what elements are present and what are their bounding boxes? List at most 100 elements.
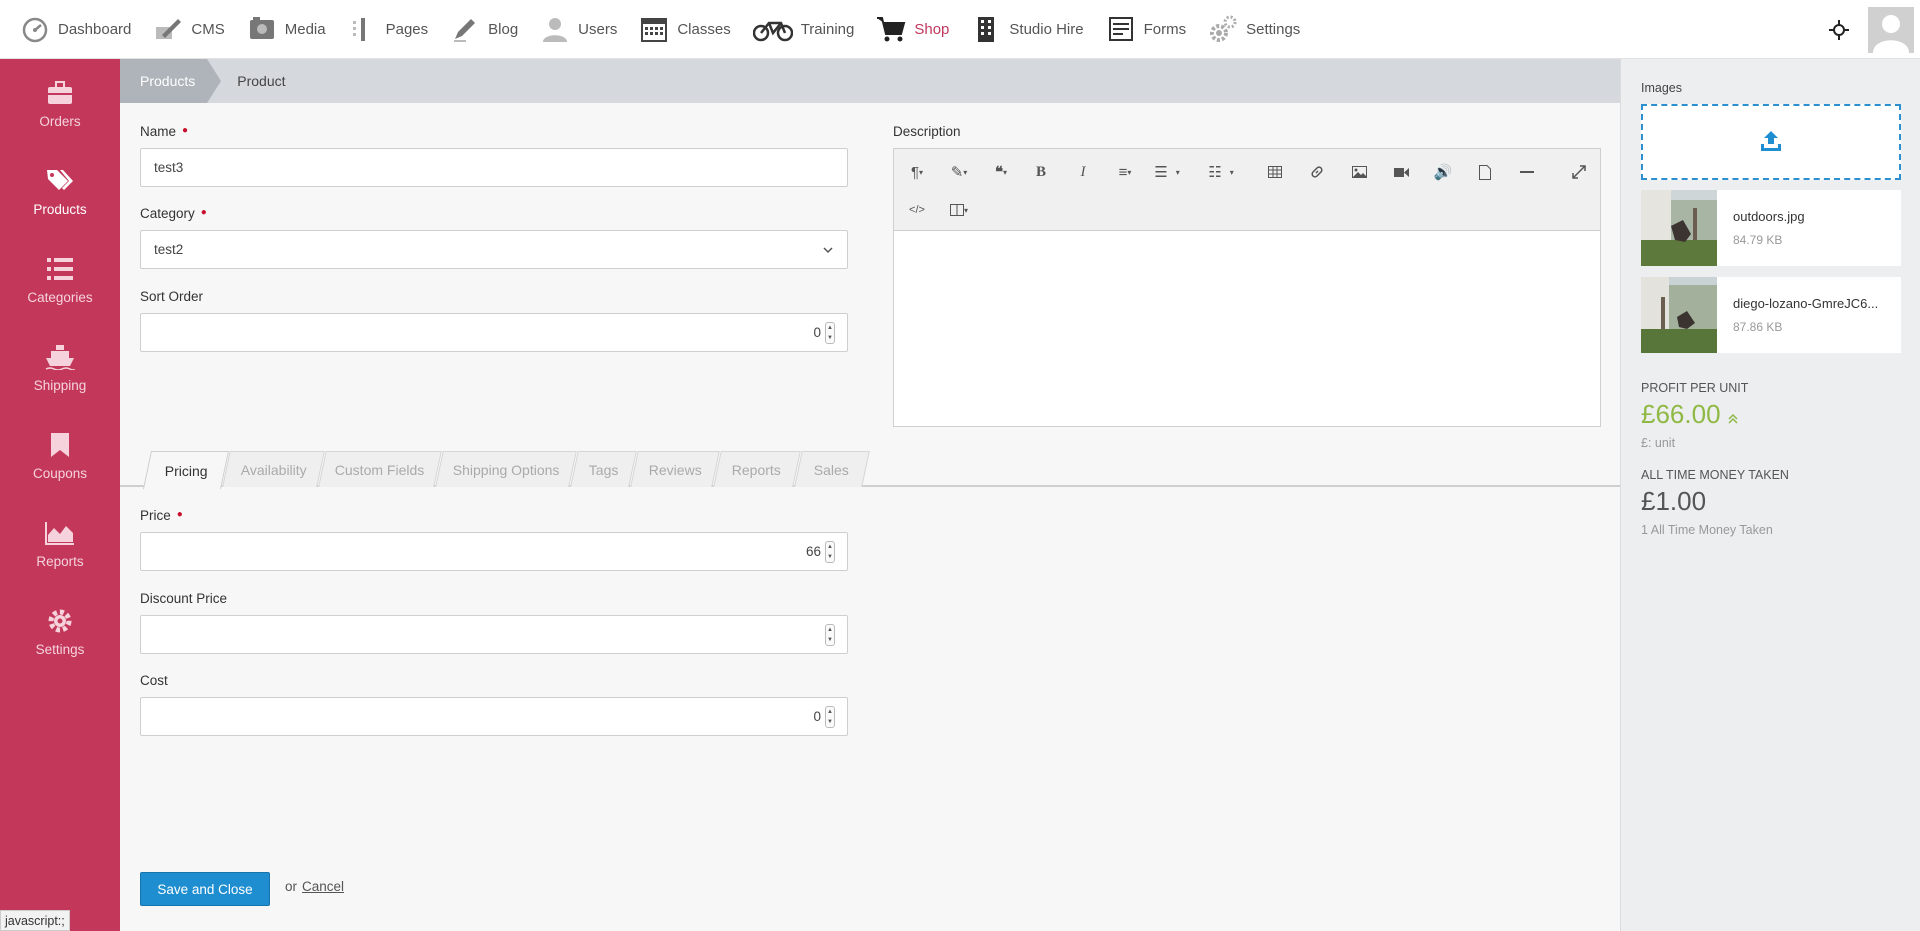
gear-icon (45, 606, 75, 636)
sidebar-item-coupons[interactable]: Coupons (0, 411, 120, 499)
sidebar-item-products[interactable]: Products (0, 147, 120, 235)
editor-content[interactable] (894, 231, 1600, 426)
bookmark-icon (45, 430, 75, 460)
sidebar-item-shipping[interactable]: Shipping (0, 323, 120, 411)
avatar[interactable] (1868, 6, 1914, 53)
image-upload-dropzone[interactable] (1641, 104, 1901, 180)
upload-icon (1760, 130, 1782, 155)
nav-media[interactable]: Media (237, 0, 338, 59)
number-spinner[interactable]: ▲ ▼ (825, 706, 835, 728)
breadcrumb-products[interactable]: Products (120, 59, 222, 103)
paragraph-style-icon[interactable]: ¶ ▾ (902, 157, 932, 187)
discount-price-field[interactable]: ▲ ▼ (140, 615, 848, 654)
tab-reports[interactable]: Reports (713, 451, 801, 487)
tab-reports-label: Reports (732, 461, 782, 478)
dashboard-icon (20, 14, 50, 44)
fullscreen-icon[interactable] (1564, 157, 1594, 187)
category-select[interactable]: test2 (140, 230, 848, 269)
required-indicator: ● (182, 125, 189, 136)
magic-wand-icon[interactable]: ✎ ▾ (944, 157, 974, 187)
nav-training[interactable]: Training (743, 0, 867, 59)
image-thumbnail (1641, 277, 1717, 353)
category-label: Category ● (140, 206, 207, 221)
description-editor: ¶ ▾ ✎ ▾ ❝ ▾ B I ≡ ▾ ☰ ▾ ☷ ▾ 🔊 </> ▾ (893, 148, 1601, 427)
cancel-link[interactable]: Cancel (302, 879, 344, 894)
nav-forms[interactable]: Forms (1096, 0, 1199, 59)
price-label: Price ● (140, 508, 183, 523)
tab-tags[interactable]: Tags (570, 451, 637, 487)
sort-order-value: 0 (813, 325, 821, 340)
align-icon[interactable]: ≡ ▾ (1110, 157, 1140, 187)
tab-reviews[interactable]: Reviews (630, 451, 720, 487)
required-indicator: ● (200, 207, 207, 218)
number-spinner[interactable]: ▲ ▼ (825, 541, 835, 563)
unordered-list-icon[interactable]: ☷ ▾ (1206, 157, 1236, 187)
bold-icon[interactable]: B (1026, 157, 1056, 187)
sidebar-item-settings[interactable]: Settings (0, 587, 120, 675)
horizontal-rule-icon[interactable] (1512, 157, 1542, 187)
or-text: or (285, 879, 298, 894)
tab-pricing[interactable]: Pricing (142, 451, 230, 489)
nav-settings-label: Settings (1246, 20, 1301, 38)
nav-studio-hire[interactable]: Studio Hire (961, 0, 1095, 59)
nav-classes[interactable]: Classes (629, 0, 742, 59)
cost-label: Cost (140, 673, 168, 688)
nav-dashboard[interactable]: Dashboard (10, 0, 143, 59)
save-and-close-button[interactable]: Save and Close (140, 872, 270, 906)
italic-icon[interactable]: I (1068, 157, 1098, 187)
sort-order-field[interactable]: 0 ▲ ▼ (140, 313, 848, 352)
media-icon (247, 14, 277, 44)
nav-settings[interactable]: Settings (1198, 0, 1312, 59)
nav-blog[interactable]: Blog (440, 0, 530, 59)
image-card[interactable]: diego-lozano-GmreJC6... 87.86 KB (1641, 277, 1901, 353)
video-icon[interactable] (1386, 157, 1416, 187)
price-field[interactable]: 66 ▲ ▼ (140, 532, 848, 571)
tab-custom-fields[interactable]: Custom Fields (318, 451, 442, 487)
nav-shop[interactable]: Shop (866, 0, 961, 59)
number-spinner[interactable]: ▲ ▼ (825, 322, 835, 344)
nav-studio-hire-label: Studio Hire (1009, 20, 1084, 38)
category-label-text: Category (140, 206, 195, 221)
blog-icon (450, 14, 480, 44)
columns-icon[interactable]: ▾ (944, 195, 974, 225)
tab-availability-label: Availability (240, 461, 307, 478)
top-navigation: Dashboard CMS Media Pages Blog Users Cla… (0, 0, 1920, 59)
tab-shipping-options-label: Shipping Options (452, 461, 560, 478)
users-icon (540, 14, 570, 44)
image-card[interactable]: outdoors.jpg 84.79 KB (1641, 190, 1901, 266)
sidebar-item-reports[interactable]: Reports (0, 499, 120, 587)
cms-icon (153, 14, 183, 44)
profit-per-unit-sub: £: unit (1641, 436, 1676, 450)
sidebar-item-categories[interactable]: Categories (0, 235, 120, 323)
category-value: test2 (154, 242, 184, 257)
forms-icon (1106, 14, 1136, 44)
move-icon[interactable] (1824, 15, 1854, 45)
sidebar-item-label: Orders (39, 113, 81, 129)
tab-sales[interactable]: Sales (794, 451, 870, 487)
discount-price-label: Discount Price (140, 591, 228, 606)
file-icon[interactable] (1470, 157, 1500, 187)
table-icon[interactable] (1260, 157, 1290, 187)
tab-shipping-options[interactable]: Shipping Options (435, 451, 577, 487)
profit-per-unit-label: PROFIT PER UNIT (1641, 381, 1749, 395)
ordered-list-icon[interactable]: ☰ ▾ (1152, 157, 1182, 187)
image-icon[interactable] (1344, 157, 1374, 187)
link-icon[interactable] (1302, 157, 1332, 187)
tab-availability[interactable]: Availability (222, 451, 325, 487)
name-field[interactable]: test3 (140, 148, 848, 187)
quote-icon[interactable]: ❝ ▾ (986, 157, 1016, 187)
number-spinner[interactable]: ▲ ▼ (825, 624, 835, 646)
cost-field[interactable]: 0 ▲ ▼ (140, 697, 848, 736)
sidebar-item-orders[interactable]: Orders (0, 59, 120, 147)
sidebar-item-label: Reports (36, 553, 84, 569)
image-thumbnail (1641, 190, 1717, 266)
code-view-icon[interactable]: </> (902, 195, 932, 225)
product-side-panel: Images outdoors.jpg 84.79 KB diego-lozan… (1620, 59, 1920, 931)
nav-pages[interactable]: Pages (338, 0, 441, 59)
nav-users[interactable]: Users (530, 0, 629, 59)
audio-icon[interactable]: 🔊 (1428, 157, 1458, 187)
area-chart-icon (45, 518, 75, 548)
nav-cms-label: CMS (191, 20, 225, 38)
tab-pricing-label: Pricing (164, 462, 208, 479)
nav-cms[interactable]: CMS (143, 0, 236, 59)
